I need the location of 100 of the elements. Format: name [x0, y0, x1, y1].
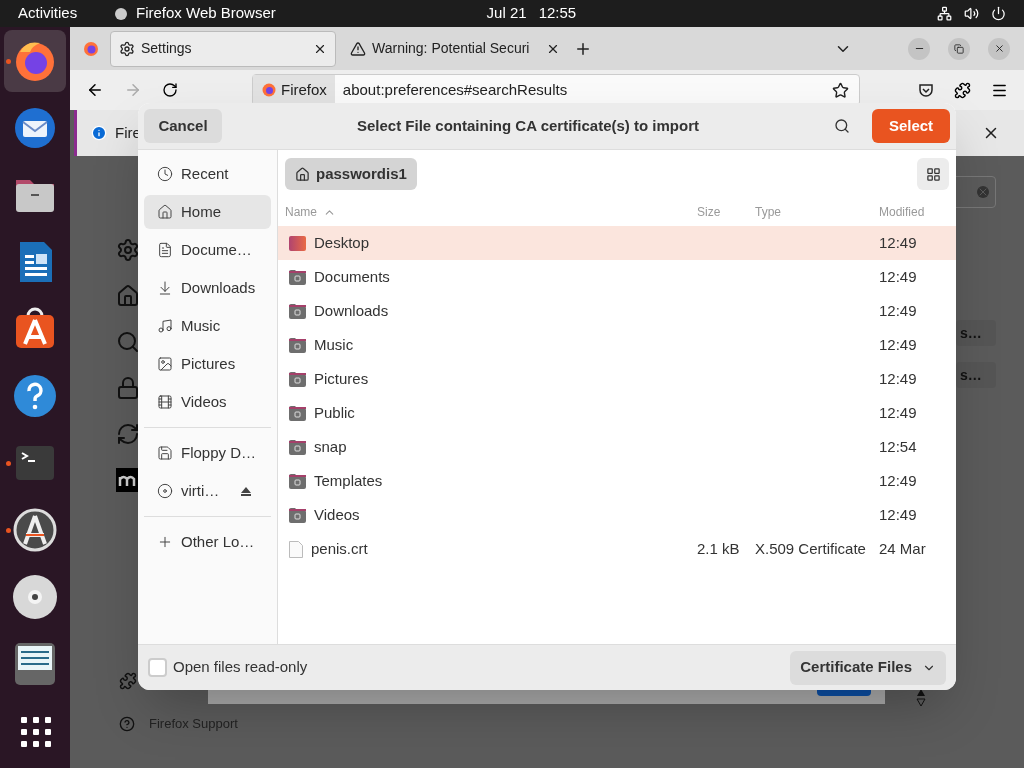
file-size: 2.1 kB: [697, 539, 740, 557]
file-icon: [289, 540, 303, 558]
select-button[interactable]: Select: [872, 109, 950, 143]
home-icon[interactable]: [116, 284, 140, 308]
folder-icon: [289, 337, 306, 353]
image-icon: [157, 356, 173, 372]
folder-icon: [289, 405, 306, 421]
file-row[interactable]: Videos 12:49: [278, 498, 956, 532]
lock-icon[interactable]: [116, 376, 140, 400]
search-icon[interactable]: [834, 118, 850, 134]
file-name: Videos: [314, 504, 360, 525]
sidebar-item[interactable]: virti…: [144, 474, 271, 508]
file-name: Music: [314, 334, 354, 355]
file-modified: 12:49: [879, 504, 918, 525]
sidebar-item[interactable]: Music: [144, 309, 271, 343]
home-icon: [157, 204, 173, 220]
file-modified: 24 Mar: [879, 538, 927, 559]
identity-button[interactable]: Firefox: [253, 75, 335, 105]
star-icon[interactable]: [832, 81, 849, 99]
file-modified: 12:49: [879, 402, 918, 423]
file-row[interactable]: Pictures 12:49: [278, 362, 956, 396]
help-icon[interactable]: [12, 373, 58, 419]
date-text: Jul 21: [486, 3, 527, 24]
filter-dropdown[interactable]: Certificate Files: [790, 650, 946, 685]
gear-icon[interactable]: [116, 238, 140, 262]
back-icon[interactable]: [86, 81, 104, 99]
resize-icon: [916, 688, 926, 708]
sidebar-item[interactable]: Pictures: [144, 347, 271, 381]
file-row[interactable]: Templates 12:49: [278, 464, 956, 498]
sidebar-item[interactable]: Downloads: [144, 271, 271, 305]
folder-icon: [289, 269, 306, 285]
file-modified: 12:49: [879, 266, 918, 287]
floppy-icon[interactable]: [12, 641, 58, 687]
grid-view-button[interactable]: [917, 158, 949, 190]
file-name: snap: [314, 436, 347, 457]
clock-icon: [157, 166, 173, 182]
file-row[interactable]: Downloads 12:49: [278, 294, 956, 328]
sidebar-item[interactable]: Docume…: [144, 233, 271, 267]
url-field[interactable]: Firefox about:preferences#searchResults: [252, 74, 860, 106]
close-icon: [993, 43, 1005, 54]
power-icon[interactable]: [991, 6, 1006, 21]
browser-tab[interactable]: Settings: [110, 30, 336, 67]
sync-icon[interactable]: [116, 422, 140, 446]
mail-app-icon[interactable]: [12, 105, 58, 151]
url-text: about:preferences#searchResults: [342, 79, 569, 100]
file-name: Templates: [314, 470, 383, 491]
file-modified: 12:49: [879, 334, 918, 355]
warning-icon: [350, 40, 366, 57]
sidebar-item[interactable]: Home: [144, 195, 271, 229]
folder-icon: [289, 235, 306, 251]
file-row[interactable]: Desktop 12:49: [278, 226, 956, 260]
path-button[interactable]: passwordis1: [285, 158, 417, 190]
file-name: Desktop: [314, 232, 370, 253]
file-modified: 12:49: [879, 232, 918, 253]
plus-icon: [157, 534, 173, 550]
restore-icon: [954, 43, 964, 54]
checkbox-label: Open files read-only: [173, 657, 308, 678]
home-icon: [295, 166, 310, 182]
folder-icon: [289, 507, 306, 523]
file-modified: 12:49: [879, 470, 918, 491]
file-row[interactable]: penis.crt 2.1 kB X.509 Certificate 24 Mar: [278, 532, 956, 566]
clock-text: 12:55: [538, 3, 577, 24]
maximize-button[interactable]: [948, 37, 970, 60]
sidebar-item[interactable]: Other Lo…: [144, 525, 271, 559]
puzzle-icon[interactable]: [954, 81, 971, 99]
close-window-button[interactable]: [988, 37, 1010, 60]
document-icon: [157, 242, 173, 258]
help-icon: [119, 715, 135, 732]
sidebar-item[interactable]: Recent: [144, 157, 271, 191]
disc-icon[interactable]: [12, 574, 58, 620]
disc-icon: [157, 483, 173, 499]
file-row[interactable]: Public 12:49: [278, 396, 956, 430]
updater-icon[interactable]: [12, 507, 58, 553]
network-icon[interactable]: [937, 6, 952, 21]
sidebar-item[interactable]: Floppy D…: [144, 436, 271, 470]
file-name: Documents: [314, 266, 390, 287]
file-row[interactable]: Documents 12:49: [278, 260, 956, 294]
pocket-icon[interactable]: [918, 82, 934, 98]
file-name: Public: [314, 402, 355, 423]
file-row[interactable]: snap 12:54: [278, 430, 956, 464]
folder-icon: [289, 303, 306, 319]
browser-tab[interactable]: Warning: Potential Securi: [342, 30, 568, 67]
app-name: Firefox Web Browser: [136, 3, 276, 24]
volume-icon[interactable]: [964, 6, 979, 21]
reload-icon[interactable]: [162, 82, 178, 98]
folder-icon: [289, 439, 306, 455]
read-only-checkbox[interactable]: [148, 658, 167, 677]
search-icon[interactable]: [116, 330, 140, 354]
activities-button[interactable]: Activities: [18, 2, 114, 25]
folder-icon: [289, 371, 306, 387]
sidebar-item[interactable]: Videos: [144, 385, 271, 419]
info-icon: [91, 125, 107, 141]
floppy-icon: [157, 445, 173, 461]
gear-icon: [119, 40, 135, 57]
file-name: Pictures: [314, 368, 369, 389]
file-row[interactable]: Music 12:49: [278, 328, 956, 362]
dialog-title: Select File containing CA certificate(s) to import: [356, 115, 700, 136]
file-modified: 12:54: [879, 436, 918, 457]
cancel-button[interactable]: Cancel: [144, 109, 222, 143]
eject-icon[interactable]: [241, 486, 252, 496]
